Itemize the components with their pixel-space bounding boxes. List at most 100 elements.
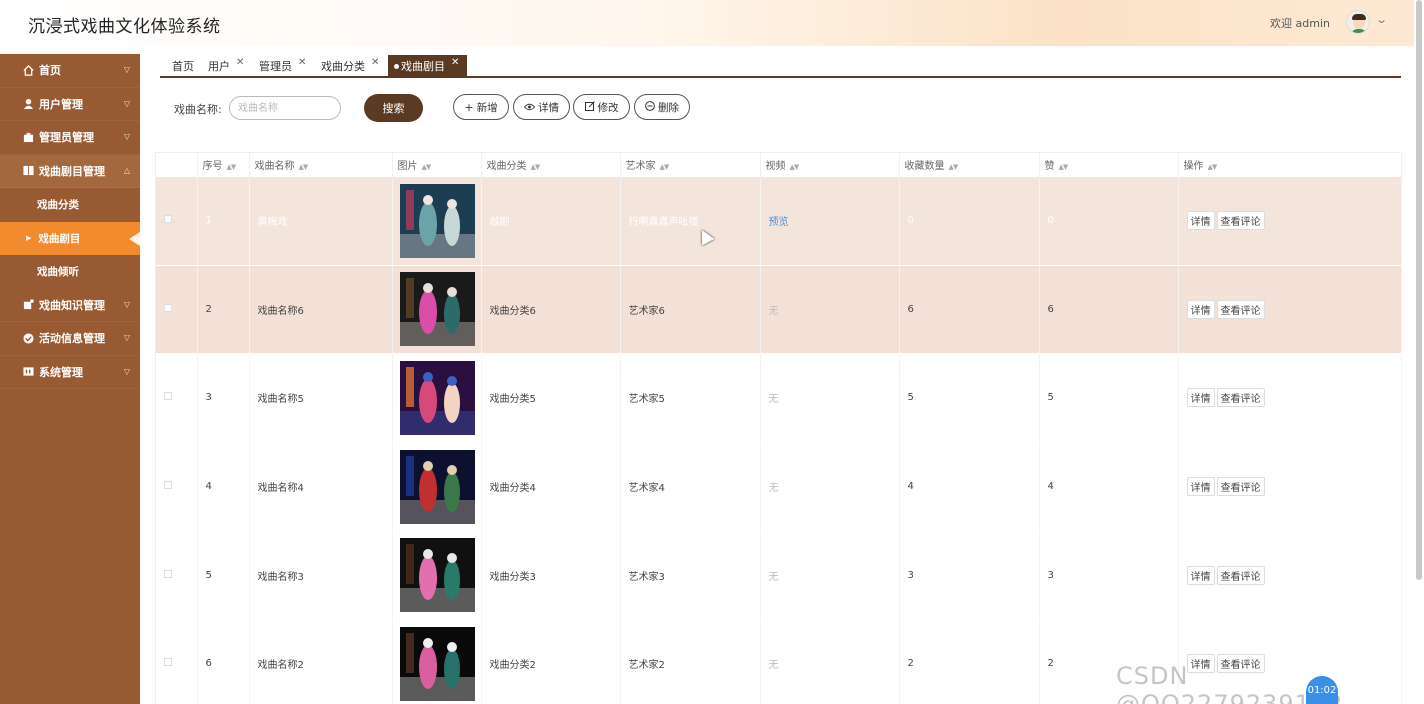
sidebar-item-opera-repertoire[interactable]: 戏曲剧目管理 △ (0, 154, 140, 188)
row-checkbox-cell[interactable] (156, 353, 198, 443)
column-header[interactable]: 艺术家 ▲▼ (620, 152, 761, 177)
row-checkbox[interactable] (164, 481, 172, 490)
table-row[interactable]: 4 戏曲名称4 戏曲分类4 艺术家4 无 4 4 详情 查看评论 (156, 442, 1402, 532)
column-header[interactable]: 收藏数量 ▲▼ (899, 152, 1040, 177)
opera-thumbnail[interactable] (399, 272, 475, 347)
like-cell: 4 (1039, 442, 1179, 532)
tab-user[interactable]: 用户 ✕ (208, 55, 244, 77)
sidebar-item-home[interactable]: 首页 ▽ (0, 54, 140, 88)
sort-icon[interactable]: ▲▼ (227, 163, 237, 171)
opera-thumbnail[interactable] (399, 360, 475, 435)
sort-icon[interactable]: ▲▼ (299, 163, 309, 171)
row-checkbox[interactable] (164, 215, 172, 224)
scrollbar[interactable] (1416, 0, 1422, 580)
sort-icon[interactable]: ▲▼ (660, 163, 670, 171)
close-icon[interactable]: ✕ (298, 57, 306, 68)
chevron-down-icon: ▽ (123, 366, 130, 376)
sidebar-item-admins[interactable]: 管理员管理 ▽ (0, 121, 140, 155)
tab-home[interactable]: 首页 (172, 55, 194, 77)
home-icon (22, 64, 34, 76)
edit-button[interactable]: 修改 (573, 94, 630, 120)
row-checkbox-cell[interactable] (156, 619, 198, 704)
detail-button[interactable]: 详情 (513, 94, 570, 120)
chevron-down-icon[interactable]: ⌄ (1375, 13, 1388, 26)
row-checkbox-cell[interactable] (156, 265, 198, 355)
table-row[interactable]: 3 戏曲名称5 戏曲分类5 艺术家5 无 5 5 详情 查看评论 (156, 353, 1402, 443)
sidebar-item-knowledge[interactable]: 戏曲知识管理 ▽ (0, 289, 140, 322)
view-comments-button[interactable]: 查看评论 (1216, 299, 1265, 319)
row-detail-button[interactable]: 详情 (1186, 211, 1215, 231)
search-button[interactable]: 搜索 (364, 94, 423, 122)
view-comments-button[interactable]: 查看评论 (1216, 565, 1265, 585)
column-header[interactable]: 赞 ▲▼ (1039, 152, 1179, 177)
image-cell (392, 176, 482, 266)
row-checkbox[interactable] (164, 303, 172, 312)
table-row[interactable]: 2 戏曲名称6 戏曲分类6 艺术家6 无 6 6 详情 查看评论 (156, 265, 1402, 355)
row-detail-button[interactable]: 详情 (1186, 477, 1215, 497)
sidebar-item-system[interactable]: 系统管理 ▽ (0, 356, 140, 389)
opera-thumbnail[interactable] (399, 183, 475, 258)
sort-icon[interactable]: ▲▼ (1208, 163, 1218, 171)
table-row[interactable]: 1 黄梅戏 越剧 行啊嘉嘉声吆搂 预览 0 0 详情 查看评论 (156, 176, 1402, 266)
view-comments-button[interactable]: 查看评论 (1216, 388, 1265, 408)
view-comments-button[interactable]: 查看评论 (1216, 477, 1265, 497)
row-checkbox[interactable] (164, 392, 172, 401)
sort-icon[interactable]: ▲▼ (790, 163, 800, 171)
row-detail-button[interactable]: 详情 (1186, 565, 1215, 585)
close-icon[interactable]: ✕ (236, 57, 244, 68)
sort-icon[interactable]: ▲▼ (531, 163, 541, 171)
chevron-down-icon: ▽ (123, 299, 130, 309)
opera-thumbnail[interactable] (399, 449, 475, 524)
close-icon[interactable]: ✕ (451, 57, 459, 68)
column-header[interactable]: 图片 ▲▼ (392, 152, 482, 177)
operations-cell: 详情 查看评论 (1178, 353, 1402, 443)
row-detail-button[interactable]: 详情 (1186, 299, 1215, 319)
search-input[interactable] (229, 96, 341, 120)
row-checkbox[interactable] (164, 569, 172, 578)
tab-label: 戏曲分类 (321, 60, 365, 73)
sort-icon[interactable]: ▲▼ (422, 163, 432, 171)
search-label: 戏曲名称: (174, 103, 222, 116)
tab-repertoire[interactable]: 戏曲剧目 ✕ (388, 55, 468, 77)
row-checkbox-cell[interactable] (156, 176, 198, 266)
no-cell: 5 (197, 530, 250, 620)
operations-cell: 详情 查看评论 (1178, 442, 1402, 532)
table-row[interactable]: 5 戏曲名称3 戏曲分类3 艺术家3 无 3 3 详情 查看评论 (156, 530, 1402, 620)
sidebar-subitem-listen[interactable]: 戏曲倾听 (0, 255, 140, 289)
delete-button[interactable]: 删除 (634, 94, 690, 120)
sidebar-item-activities[interactable]: 活动信息管理 ▽ (0, 322, 140, 356)
tab-label: 管理员 (259, 60, 292, 73)
add-button[interactable]: + 新增 (453, 94, 509, 120)
row-checkbox-cell[interactable] (156, 530, 198, 620)
name-cell: 戏曲名称4 (249, 442, 393, 532)
sort-icon[interactable]: ▲▼ (1059, 163, 1069, 171)
image-cell (392, 265, 482, 355)
avatar[interactable] (1346, 10, 1370, 34)
no-cell: 2 (197, 265, 250, 355)
row-detail-button[interactable]: 详情 (1186, 388, 1215, 408)
view-comments-button[interactable]: 查看评论 (1216, 211, 1265, 231)
sort-icon[interactable]: ▲▼ (949, 163, 959, 171)
active-dot-icon (394, 63, 399, 69)
top-header: 沉浸式戏曲文化体验系统 欢迎 admin ⌄ (0, 0, 1414, 46)
tab-category[interactable]: 戏曲分类 ✕ (321, 55, 379, 77)
tab-admin[interactable]: 管理员 ✕ (259, 55, 306, 77)
row-checkbox[interactable] (164, 658, 172, 667)
sidebar-subitem-repertoire[interactable]: ▶ 戏曲剧目 (0, 221, 140, 255)
sidebar-item-label: 戏曲剧目管理 (39, 164, 105, 178)
check-icon (22, 332, 34, 344)
column-header[interactable]: 戏曲名称 ▲▼ (249, 152, 393, 177)
column-header[interactable]: 视频 ▲▼ (760, 152, 900, 177)
opera-thumbnail[interactable] (399, 626, 475, 701)
sidebar-item-users[interactable]: 用户管理 ▽ (0, 88, 140, 121)
sidebar-subitem-category[interactable]: 戏曲分类 (0, 188, 140, 222)
row-checkbox-cell[interactable] (156, 442, 198, 532)
video-preview-link[interactable]: 预览 (769, 217, 789, 228)
close-icon[interactable]: ✕ (371, 57, 379, 68)
column-header[interactable]: 操作 ▲▼ (1178, 152, 1402, 177)
edit-icon (584, 100, 595, 114)
column-header[interactable]: 序号 ▲▼ (197, 152, 250, 177)
column-header[interactable]: 戏曲分类 ▲▼ (481, 152, 621, 177)
opera-thumbnail[interactable] (399, 538, 475, 613)
select-all-header[interactable] (156, 152, 198, 177)
